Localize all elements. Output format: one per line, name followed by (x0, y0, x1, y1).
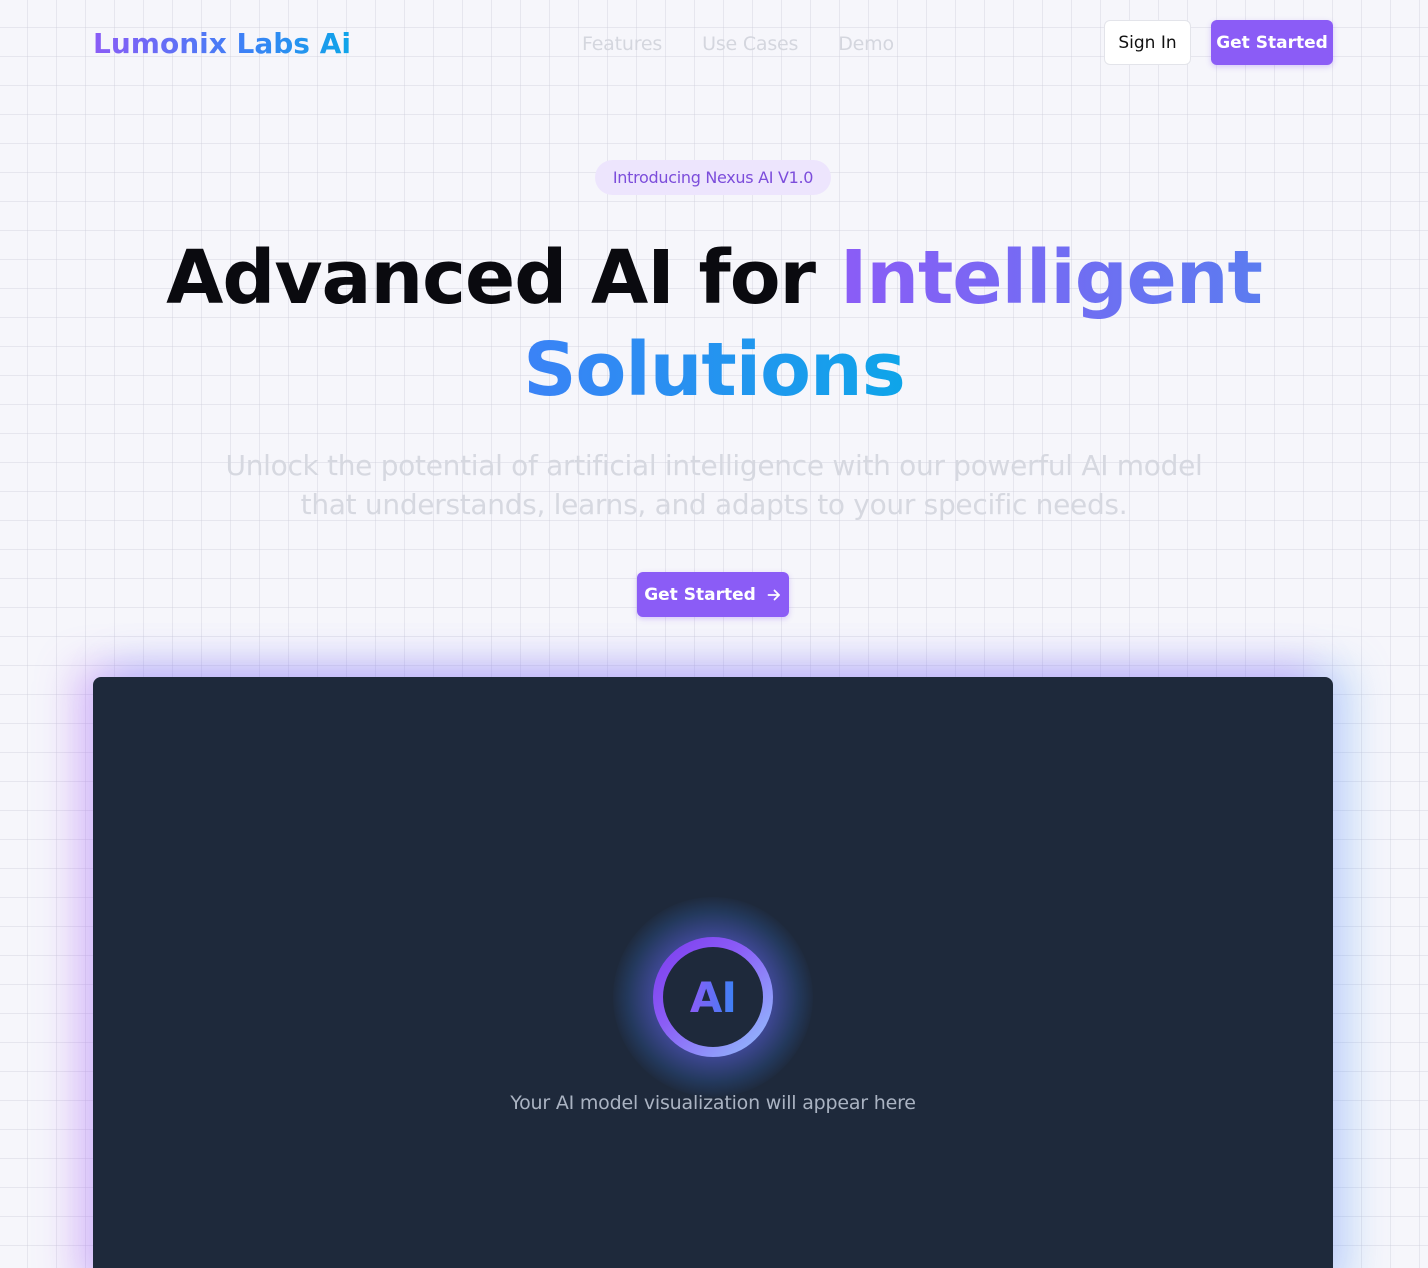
ai-orb-label: AI (689, 972, 737, 1022)
version-badge: Introducing Nexus AI V1.0 (595, 160, 831, 195)
headline-plain-text: Advanced AI for (166, 235, 840, 321)
nav-link-demo[interactable]: Demo (838, 32, 894, 56)
headline-gradient-word-1: Intelligent (839, 235, 1263, 321)
hero-headline: Advanced AI for Intelligent Solutions (0, 232, 1428, 416)
ai-visualization-panel: AI Your AI model visualization will appe… (93, 677, 1333, 1268)
headline-gradient-word-2: Solutions (523, 327, 905, 413)
nav-link-features[interactable]: Features (582, 32, 662, 56)
main-nav: Features Use Cases Demo (582, 32, 894, 56)
arrow-right-icon (767, 589, 780, 600)
hero-subtitle: Unlock the potential of artificial intel… (225, 449, 1203, 521)
orb-core: AI (663, 947, 763, 1047)
hero-cta-label: Get Started (644, 584, 756, 605)
nav-link-use-cases[interactable]: Use Cases (702, 32, 798, 56)
header-get-started-button[interactable]: Get Started (1211, 20, 1333, 65)
sign-in-button[interactable]: Sign In (1104, 20, 1191, 65)
hero-get-started-button[interactable]: Get Started (637, 572, 789, 617)
panel-caption: Your AI model visualization will appear … (510, 1092, 916, 1114)
brand-logo[interactable]: Lumonix Labs Ai (93, 26, 351, 62)
site-header: Lumonix Labs Ai Features Use Cases Demo … (0, 0, 1428, 88)
